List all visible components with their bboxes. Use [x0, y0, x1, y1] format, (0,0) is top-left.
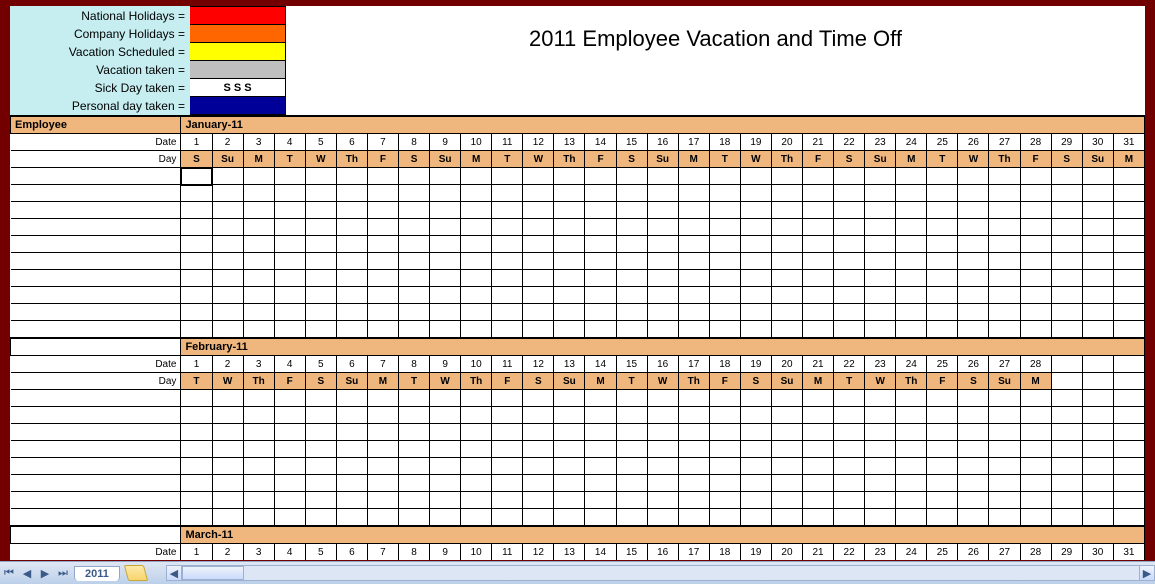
data-row[interactable]: [11, 236, 1145, 253]
data-row[interactable]: [11, 185, 1145, 202]
month-header: January-11: [181, 116, 1145, 134]
data-row[interactable]: [11, 441, 1145, 458]
month-header: February-11: [181, 338, 1145, 356]
new-sheet-button[interactable]: [124, 565, 148, 581]
data-row[interactable]: [11, 168, 1145, 185]
legend-swatch: S S S: [190, 79, 286, 97]
date-row: Date123456789101112131415161718192021222…: [11, 544, 1145, 561]
horizontal-scrollbar[interactable]: ◀ ▶: [166, 565, 1155, 581]
legend-swatch: [190, 61, 286, 79]
data-row[interactable]: [11, 492, 1145, 509]
sheet-tab-bar: ⏮ ◀ ▶ ⏭ 2011 ◀ ▶: [0, 561, 1155, 584]
legend-label: Sick Day taken =: [11, 79, 190, 97]
legend-label: National Holidays =: [11, 7, 190, 25]
legend-label: Personal day taken =: [11, 97, 190, 115]
data-row[interactable]: [11, 407, 1145, 424]
employee-header: [11, 526, 181, 544]
prev-sheet-button[interactable]: ◀: [19, 565, 35, 581]
data-row[interactable]: [11, 458, 1145, 475]
legend-label: Company Holidays =: [11, 25, 190, 43]
legend-swatch: [190, 25, 286, 43]
data-row[interactable]: [11, 424, 1145, 441]
scroll-left-button[interactable]: ◀: [167, 566, 182, 580]
legend-label: Vacation Scheduled =: [11, 43, 190, 61]
legend-swatch: [190, 7, 286, 25]
data-row[interactable]: [11, 475, 1145, 492]
first-sheet-button[interactable]: ⏮: [1, 565, 17, 581]
calendar-grid[interactable]: EmployeeJanuary-11Date123456789101112131…: [10, 115, 1145, 560]
day-row: DaySSuMTWThFSSuMTWThFSSuMTWThFSSuMTWThFS…: [11, 151, 1145, 168]
data-row[interactable]: [11, 509, 1145, 527]
data-row[interactable]: [11, 219, 1145, 236]
employee-header: Employee: [11, 116, 181, 134]
employee-header: [11, 338, 181, 356]
next-sheet-button[interactable]: ▶: [37, 565, 53, 581]
scroll-right-button[interactable]: ▶: [1139, 566, 1154, 580]
data-row[interactable]: [11, 321, 1145, 339]
scroll-thumb[interactable]: [182, 566, 244, 580]
sheet-tab-active[interactable]: 2011: [74, 566, 120, 581]
spreadsheet-area[interactable]: National Holidays =Company Holidays =Vac…: [10, 6, 1145, 560]
app-frame: National Holidays =Company Holidays =Vac…: [0, 0, 1155, 584]
page-title: 2011 Employee Vacation and Time Off: [286, 6, 1145, 115]
legend-label: Vacation taken =: [11, 61, 190, 79]
legend-box: National Holidays =Company Holidays =Vac…: [10, 6, 286, 115]
legend-swatch: [190, 97, 286, 115]
data-row[interactable]: [11, 304, 1145, 321]
date-row: Date123456789101112131415161718192021222…: [11, 356, 1145, 373]
legend-swatch: [190, 43, 286, 61]
selected-cell: [181, 168, 212, 185]
data-row[interactable]: [11, 390, 1145, 407]
data-row[interactable]: [11, 202, 1145, 219]
last-sheet-button[interactable]: ⏭: [55, 565, 71, 581]
date-row: Date123456789101112131415161718192021222…: [11, 134, 1145, 151]
month-header: March-11: [181, 526, 1145, 544]
data-row[interactable]: [11, 253, 1145, 270]
data-row[interactable]: [11, 287, 1145, 304]
data-row[interactable]: [11, 270, 1145, 287]
day-row: DayTWThFSSuMTWThFSSuMTWThFSSuMTWThFSSuM: [11, 373, 1145, 390]
